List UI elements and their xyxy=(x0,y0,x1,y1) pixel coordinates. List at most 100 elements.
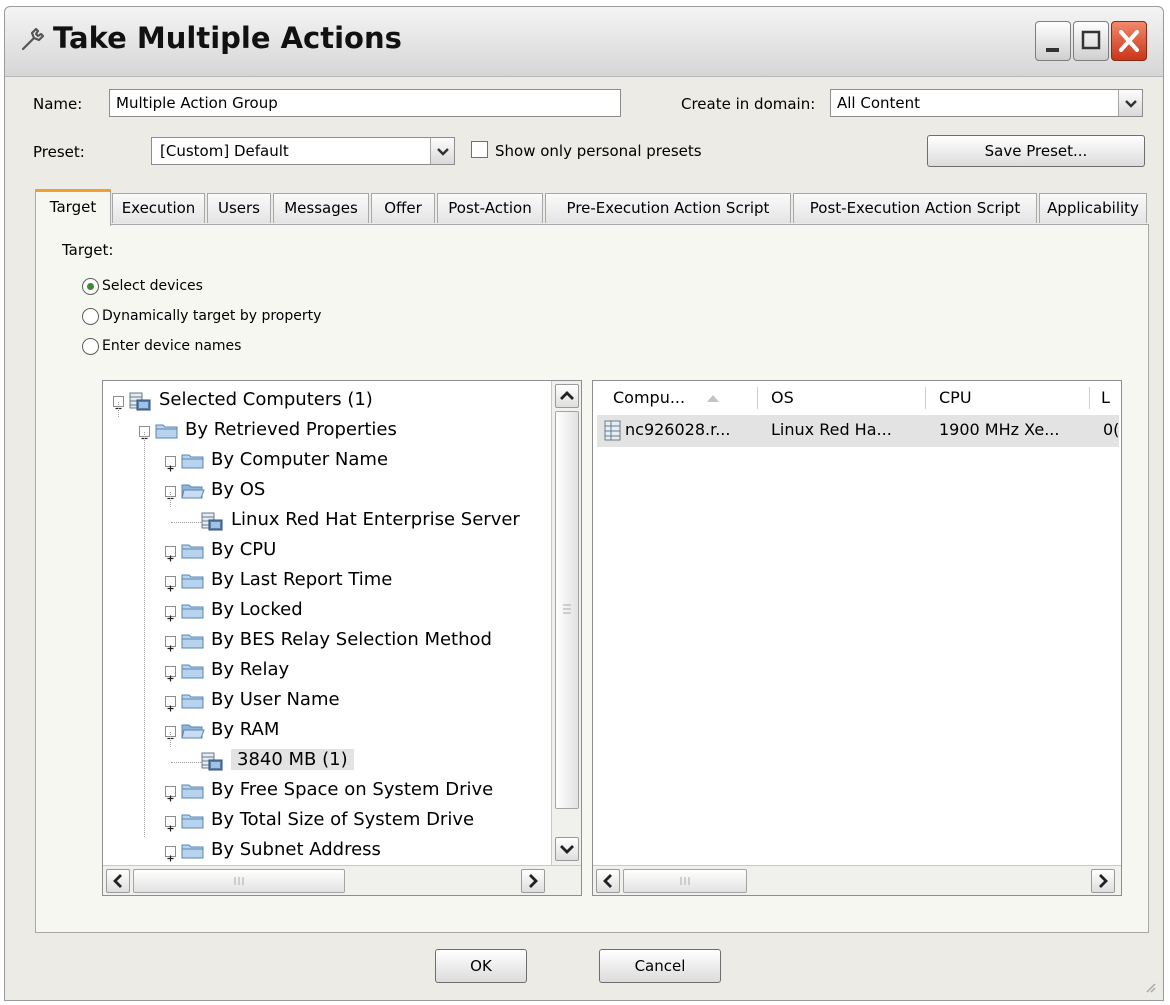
domain-select[interactable]: All Content xyxy=(830,89,1143,117)
tree-item-total-size[interactable]: By Total Size of System Drive xyxy=(103,807,549,837)
chevron-down-icon xyxy=(1125,100,1137,108)
name-label: Name: xyxy=(33,95,83,113)
expand-icon[interactable] xyxy=(165,636,176,652)
expand-icon[interactable] xyxy=(165,786,176,802)
name-field[interactable]: Multiple Action Group xyxy=(109,89,621,117)
tab-post-action[interactable]: Post-Action xyxy=(437,193,543,223)
tree-item-subnet-address[interactable]: By Subnet Address xyxy=(103,837,549,867)
tree-item-selected-computers[interactable]: Selected Computers (1) xyxy=(103,387,549,417)
expand-icon[interactable] xyxy=(165,576,176,592)
computer-tree-pane[interactable]: Selected Computers (1) By Retrieved Prope… xyxy=(102,380,582,896)
tree-item-relay-selection-method[interactable]: By BES Relay Selection Method xyxy=(103,627,549,657)
tree-item-3840mb[interactable]: 3840 MB (1) xyxy=(103,747,549,777)
tree-item-linux-rhel[interactable]: Linux Red Hat Enterprise Server xyxy=(103,507,549,537)
column-computer-label: Compu... xyxy=(613,388,686,407)
domain-dropdown-button[interactable] xyxy=(1118,90,1142,116)
tree-item-label: 3840 MB (1) xyxy=(231,749,354,770)
tab-target[interactable]: Target xyxy=(35,189,111,226)
tree-item-locked[interactable]: By Locked xyxy=(103,597,549,627)
tree-item-cpu[interactable]: By CPU xyxy=(103,537,549,567)
tree-item-label: By User Name xyxy=(211,689,340,710)
tree-item-label: By OS xyxy=(211,479,266,500)
grip-icon xyxy=(563,604,571,614)
tab-users[interactable]: Users xyxy=(207,193,271,223)
tree-horizontal-scrollbar[interactable] xyxy=(103,865,581,895)
tree-item-free-space[interactable]: By Free Space on System Drive xyxy=(103,777,549,807)
column-divider[interactable] xyxy=(757,387,758,409)
tree-item-label: By BES Relay Selection Method xyxy=(211,629,492,650)
tree-connector xyxy=(170,732,171,747)
wrench-icon xyxy=(21,27,45,51)
tree-connector xyxy=(171,762,201,763)
expand-icon[interactable] xyxy=(165,606,176,622)
tab-applicability[interactable]: Applicability xyxy=(1039,193,1147,223)
list-horizontal-scrollbar[interactable] xyxy=(593,865,1121,895)
column-header-computer[interactable]: Compu... xyxy=(607,381,757,415)
close-button[interactable] xyxy=(1111,21,1147,61)
tree-connector xyxy=(118,402,119,417)
preset-select[interactable]: [Custom] Default xyxy=(151,137,455,165)
tab-execution[interactable]: Execution xyxy=(112,193,205,223)
scroll-up-button[interactable] xyxy=(555,384,579,408)
scroll-left-button[interactable] xyxy=(106,869,130,893)
tree-item-label: By Subnet Address xyxy=(211,839,381,860)
tree-item-label: Selected Computers (1) xyxy=(159,389,373,410)
computer-list-pane[interactable]: Compu... OS CPU L nc926028.r... Linux Re… xyxy=(592,380,1122,896)
tree-item-label: By Free Space on System Drive xyxy=(211,779,494,800)
tab-post-execution-script[interactable]: Post-Execution Action Script xyxy=(793,193,1037,223)
sort-ascending-icon xyxy=(707,395,720,402)
tab-messages[interactable]: Messages xyxy=(273,193,369,223)
tree-item-computer-name[interactable]: By Computer Name xyxy=(103,447,549,477)
expand-icon[interactable] xyxy=(165,696,176,712)
tree-item-label: By CPU xyxy=(211,539,277,560)
title-bar[interactable]: Take Multiple Actions xyxy=(5,7,1163,77)
dialog-window: Take Multiple Actions Name: Multiple Act… xyxy=(4,6,1164,1001)
minimize-button[interactable] xyxy=(1035,21,1071,61)
expand-icon[interactable] xyxy=(165,816,176,832)
column-header-os[interactable]: OS xyxy=(765,381,925,415)
cancel-button[interactable]: Cancel xyxy=(599,949,721,983)
table-row[interactable]: nc926028.r... Linux Red Ha... 1900 MHz X… xyxy=(597,415,1119,447)
tree-item-label: By RAM xyxy=(211,719,280,740)
tree-item-label: By Computer Name xyxy=(211,449,389,470)
scroll-right-button[interactable] xyxy=(521,869,545,893)
close-icon xyxy=(1119,30,1139,52)
tree-horizontal-thumb[interactable] xyxy=(133,869,345,893)
scroll-down-button[interactable] xyxy=(555,837,579,861)
enter-names-radio[interactable] xyxy=(82,338,99,355)
maximize-button[interactable] xyxy=(1073,21,1109,61)
tab-offer[interactable]: Offer xyxy=(371,193,435,223)
column-header-last[interactable]: L xyxy=(1095,381,1121,415)
tree-item-last-report-time[interactable]: By Last Report Time xyxy=(103,567,549,597)
preset-dropdown-button[interactable] xyxy=(430,138,454,164)
resize-grip-icon[interactable] xyxy=(1143,980,1157,994)
column-header-cpu[interactable]: CPU xyxy=(933,381,1083,415)
save-preset-button[interactable]: Save Preset... xyxy=(927,135,1145,167)
maximize-icon xyxy=(1081,30,1101,50)
tree-vertical-scrollbar[interactable] xyxy=(551,381,581,865)
tree-item-label: By Retrieved Properties xyxy=(185,419,397,440)
dynamic-target-radio[interactable] xyxy=(82,308,99,325)
preset-label: Preset: xyxy=(33,143,85,161)
chevron-up-icon xyxy=(560,391,574,400)
domain-value: All Content xyxy=(837,94,921,112)
select-devices-radio[interactable] xyxy=(82,278,99,295)
column-divider[interactable] xyxy=(1089,387,1090,409)
tab-pre-execution-script[interactable]: Pre-Execution Action Script xyxy=(545,193,791,223)
scroll-left-button[interactable] xyxy=(596,869,620,893)
tree-item-user-name[interactable]: By User Name xyxy=(103,687,549,717)
scroll-right-button[interactable] xyxy=(1091,869,1115,893)
column-divider[interactable] xyxy=(925,387,926,409)
list-horizontal-thumb[interactable] xyxy=(623,869,747,893)
tree-item-retrieved-properties[interactable]: By Retrieved Properties xyxy=(103,417,549,447)
tree-item-label: By Last Report Time xyxy=(211,569,393,590)
tree-vertical-thumb[interactable] xyxy=(555,411,579,809)
target-tab-panel: Target: Select devices Dynamically targe… xyxy=(35,224,1149,933)
expand-icon[interactable] xyxy=(165,666,176,682)
ok-button[interactable]: OK xyxy=(435,949,527,983)
expand-icon[interactable] xyxy=(165,546,176,562)
expand-icon[interactable] xyxy=(165,456,176,472)
tree-item-relay[interactable]: By Relay xyxy=(103,657,549,687)
expand-icon[interactable] xyxy=(165,846,176,862)
personal-presets-checkbox[interactable] xyxy=(471,141,488,158)
